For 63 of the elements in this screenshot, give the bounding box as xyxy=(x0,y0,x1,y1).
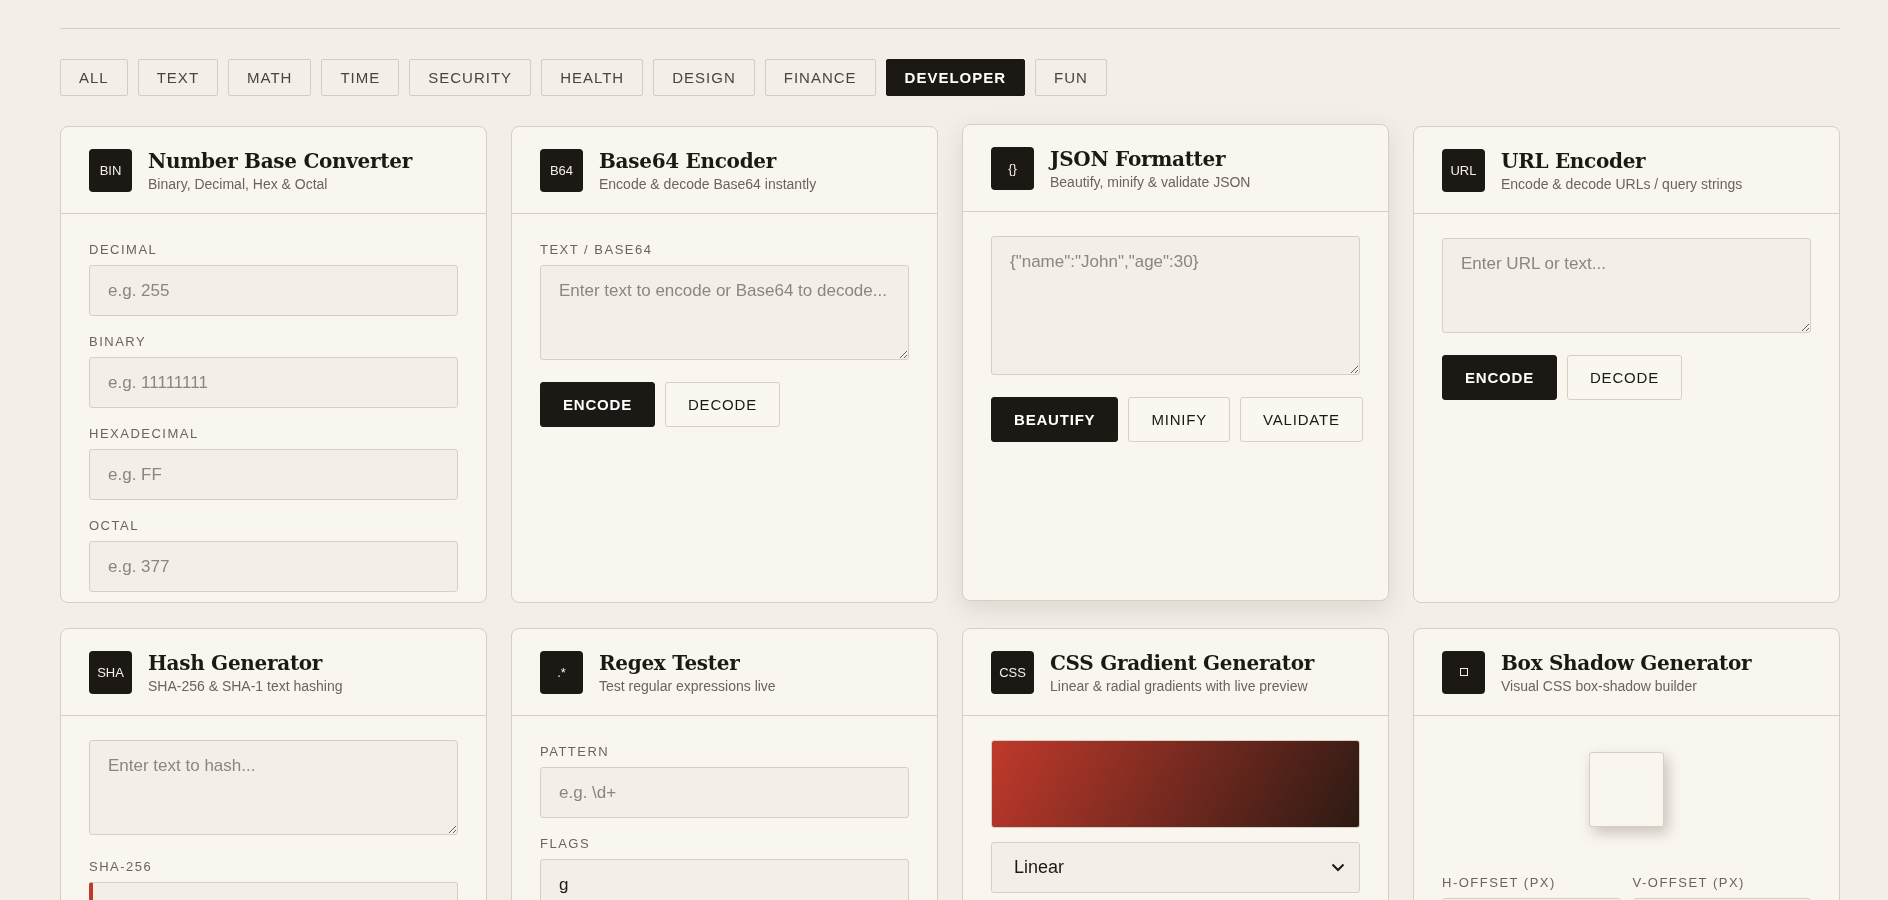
tool-subtitle: SHA-256 & SHA-1 text hashing xyxy=(148,677,343,694)
tool-title: Regex Tester xyxy=(599,650,741,675)
field-label: DECIMAL xyxy=(89,242,159,257)
tool-icon: {} xyxy=(991,146,1034,190)
category-tab[interactable]: SECURITY xyxy=(409,59,532,96)
action-button[interactable]: VALIDATE xyxy=(1240,397,1363,442)
tool-title: Number Base Converter xyxy=(148,148,412,173)
chevron-icon xyxy=(1331,863,1345,872)
input-field[interactable]: e.g. 11111111 xyxy=(89,357,458,408)
tool-subtitle: Test regular expressions live xyxy=(599,677,776,694)
tool-icon: B64 xyxy=(540,148,583,192)
tool-title: JSON Formatter xyxy=(1050,146,1227,171)
type-select[interactable]: Linear xyxy=(991,842,1360,893)
field-label: OCTAL xyxy=(89,518,140,533)
tool-subtitle: Beautify, minify & validate JSON xyxy=(1050,173,1251,190)
field-label: FLAGS xyxy=(540,836,592,851)
tool-subtitle: Binary, Decimal, Hex & Octal xyxy=(148,175,329,192)
text-area[interactable]: Enter URL or text... xyxy=(1442,238,1811,333)
tool-subtitle: Visual CSS box-shadow builder xyxy=(1501,677,1698,694)
tool-icon: BIN xyxy=(89,148,132,192)
tool-subtitle: Linear & radial gradients with live preview xyxy=(1050,677,1309,694)
input-field[interactable]: e.g. 255 xyxy=(89,265,458,316)
field-label: SHA-256 xyxy=(89,859,154,874)
action-button[interactable]: DECODE xyxy=(1567,355,1682,400)
action-button[interactable]: BEAUTIFY xyxy=(991,397,1119,442)
category-tab[interactable]: FINANCE xyxy=(764,59,876,96)
field-label: H-OFFSET (PX) xyxy=(1442,875,1557,890)
input-field[interactable]: g xyxy=(540,859,909,900)
tool-title: Box Shadow Generator xyxy=(1501,650,1752,675)
category-tab[interactable]: DESIGN xyxy=(653,59,755,96)
action-button[interactable]: ENCODE xyxy=(1442,355,1557,400)
tool-subtitle: Encode & decode URLs / query strings xyxy=(1501,175,1743,192)
field-label: BINARY xyxy=(89,334,148,349)
tool-icon: URL xyxy=(1442,148,1485,192)
input-field[interactable]: e.g. \d+ xyxy=(540,767,909,818)
tool-icon: .* xyxy=(540,650,583,694)
category-tab[interactable]: TIME xyxy=(321,59,400,96)
input-field[interactable]: e.g. FF xyxy=(89,449,458,500)
tool-title: Base64 Encoder xyxy=(599,148,778,173)
text-area[interactable]: {"name":"John","age":30} xyxy=(991,236,1360,375)
field-label: HEXADECIMAL xyxy=(89,426,200,441)
category-tab[interactable]: DEVELOPER xyxy=(885,59,1026,96)
field-label: TEXT / BASE64 xyxy=(540,242,654,257)
category-tab[interactable]: MATH xyxy=(228,59,312,96)
action-button[interactable]: MINIFY xyxy=(1128,397,1231,442)
category-tab[interactable]: HEALTH xyxy=(541,59,644,96)
tool-subtitle: Encode & decode Base64 instantly xyxy=(599,175,817,192)
input-field[interactable]: e.g. 377 xyxy=(89,541,458,592)
category-tab[interactable]: TEXT xyxy=(137,59,219,96)
action-button[interactable]: ENCODE xyxy=(540,382,655,427)
tool-title: CSS Gradient Generator xyxy=(1050,650,1315,675)
category-tab[interactable]: FUN xyxy=(1035,59,1107,96)
text-area[interactable]: Enter text to encode or Base64 to decode... xyxy=(540,265,909,360)
tool-title: Hash Generator xyxy=(148,650,324,675)
field-label: V-OFFSET (PX) xyxy=(1632,875,1746,890)
tool-icon: SHA xyxy=(89,650,132,694)
tool-title: URL Encoder xyxy=(1501,148,1647,173)
category-tab[interactable]: ALL xyxy=(60,59,128,96)
action-button[interactable]: DECODE xyxy=(665,382,780,427)
square-icon xyxy=(1442,650,1485,694)
field-label: PATTERN xyxy=(540,744,611,759)
text-area[interactable]: Enter text to hash... xyxy=(89,740,458,835)
tool-icon: CSS xyxy=(991,650,1034,694)
